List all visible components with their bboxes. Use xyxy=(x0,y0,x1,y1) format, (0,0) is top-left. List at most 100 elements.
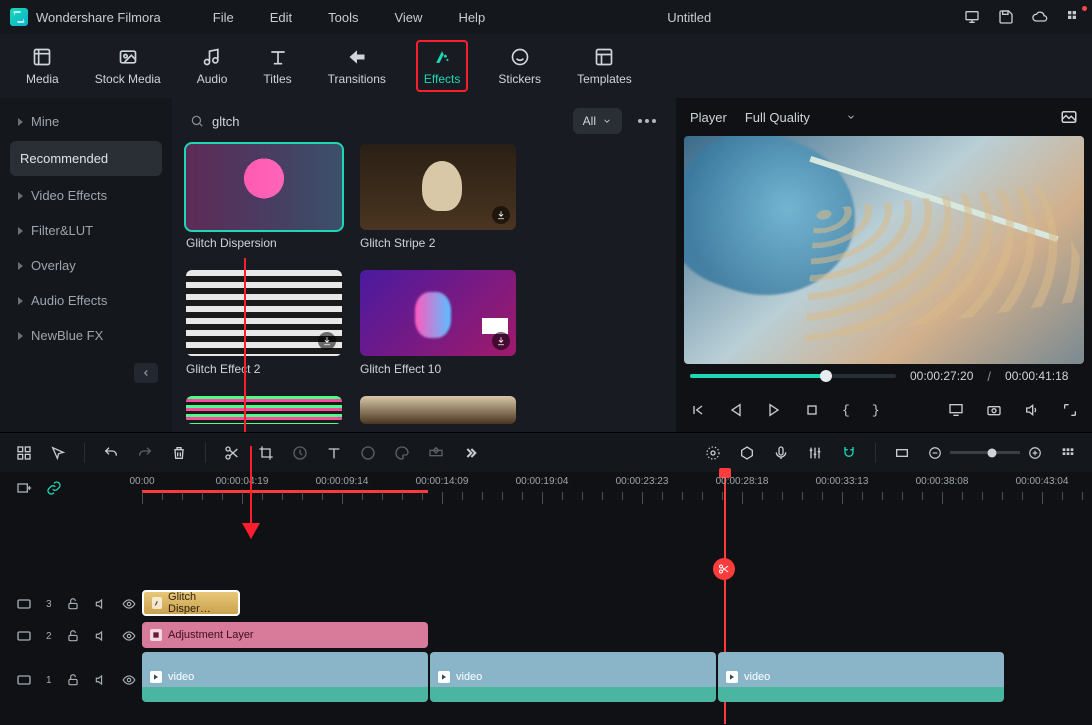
mark-out-icon[interactable]: } xyxy=(872,403,880,418)
play-icon[interactable] xyxy=(766,402,782,418)
redo-icon[interactable] xyxy=(137,445,153,461)
effect-thumbnail[interactable] xyxy=(360,144,516,230)
tab-stock-media[interactable]: Stock Media xyxy=(95,46,161,86)
menu-edit[interactable]: Edit xyxy=(256,6,306,29)
pointer-icon[interactable] xyxy=(50,445,66,461)
video-clip[interactable]: video xyxy=(142,652,428,702)
zoom-in-icon[interactable] xyxy=(1028,446,1042,460)
effect-card[interactable]: Glitch Stripe 2 xyxy=(360,144,516,250)
sidebar-item-recommended[interactable]: Recommended xyxy=(10,141,162,176)
menu-file[interactable]: File xyxy=(199,6,248,29)
keyframe-icon[interactable] xyxy=(428,445,444,461)
track-badge-icon[interactable] xyxy=(16,628,32,644)
visibility-icon[interactable] xyxy=(122,629,136,643)
save-icon[interactable] xyxy=(998,9,1014,25)
palette-icon[interactable] xyxy=(394,445,410,461)
zoom-out-icon[interactable] xyxy=(928,446,942,460)
sidebar-item-video-effects[interactable]: Video Effects xyxy=(0,178,172,213)
more-tools-icon[interactable] xyxy=(462,445,478,461)
visibility-icon[interactable] xyxy=(122,597,136,611)
track-badge-icon[interactable] xyxy=(16,596,32,612)
mixer-icon[interactable] xyxy=(807,445,823,461)
effect-thumbnail[interactable] xyxy=(186,396,342,424)
tab-templates[interactable]: Templates xyxy=(577,46,632,86)
lock-icon[interactable] xyxy=(66,597,80,611)
effect-thumbnail[interactable] xyxy=(186,270,342,356)
split-handle[interactable] xyxy=(713,558,735,580)
effect-thumbnail[interactable] xyxy=(186,144,342,230)
effect-thumbnail[interactable] xyxy=(360,270,516,356)
volume-icon[interactable] xyxy=(1024,402,1040,418)
prev-frame-icon[interactable] xyxy=(690,402,706,418)
tab-titles[interactable]: Titles xyxy=(263,46,291,86)
render-icon[interactable] xyxy=(705,445,721,461)
split-icon[interactable] xyxy=(224,445,240,461)
sidebar-item-overlay[interactable]: Overlay xyxy=(0,248,172,283)
fullscreen-icon[interactable] xyxy=(1062,402,1078,418)
zoom-slider[interactable] xyxy=(950,451,1020,454)
mark-in-icon[interactable]: { xyxy=(842,403,850,418)
delete-icon[interactable] xyxy=(171,445,187,461)
zoom-control[interactable] xyxy=(928,446,1042,460)
mic-icon[interactable] xyxy=(773,445,789,461)
visibility-icon[interactable] xyxy=(122,673,136,687)
search-input[interactable] xyxy=(212,114,563,129)
text-icon[interactable] xyxy=(326,445,342,461)
effect-card[interactable]: Glitch Dispersion xyxy=(186,144,342,250)
mute-icon[interactable] xyxy=(94,597,108,611)
sidebar-item-newblue-fx[interactable]: NewBlue FX xyxy=(0,318,172,353)
color-icon[interactable] xyxy=(360,445,376,461)
menu-tools[interactable]: Tools xyxy=(314,6,372,29)
marker-icon[interactable] xyxy=(739,445,755,461)
effect-card[interactable] xyxy=(360,396,516,424)
download-icon[interactable] xyxy=(318,332,336,350)
preview-tab[interactable]: Player xyxy=(690,110,727,125)
lock-icon[interactable] xyxy=(66,673,80,687)
effect-card[interactable] xyxy=(186,396,342,424)
effect-card[interactable]: Glitch Effect 10 xyxy=(360,270,516,376)
display-settings-icon[interactable] xyxy=(948,402,964,418)
adjustment-clip[interactable]: Adjustment Layer xyxy=(142,622,428,648)
timeline[interactable]: 00:0000:00:04:1900:00:09:1400:00:14:0900… xyxy=(0,472,1092,725)
menu-help[interactable]: Help xyxy=(444,6,499,29)
filter-dropdown[interactable]: All xyxy=(573,108,622,134)
quality-dropdown[interactable]: Full Quality xyxy=(745,110,856,125)
cloud-icon[interactable] xyxy=(1032,9,1048,25)
preview-viewport[interactable] xyxy=(684,136,1084,364)
snapshot-icon[interactable] xyxy=(1060,108,1078,126)
apps-icon[interactable] xyxy=(1066,9,1082,25)
crop-icon[interactable] xyxy=(258,445,274,461)
effect-card[interactable]: Glitch Effect 2 xyxy=(186,270,342,376)
more-options-button[interactable] xyxy=(632,113,662,129)
tab-stickers[interactable]: Stickers xyxy=(498,46,541,86)
collapse-sidebar-button[interactable] xyxy=(134,363,158,383)
sidebar-item-filter-lut[interactable]: Filter&LUT xyxy=(0,213,172,248)
fit-icon[interactable] xyxy=(894,445,910,461)
tab-transitions[interactable]: Transitions xyxy=(328,46,386,86)
tab-audio[interactable]: Audio xyxy=(197,46,228,86)
magnet-icon[interactable] xyxy=(841,445,857,461)
download-icon[interactable] xyxy=(492,332,510,350)
mute-icon[interactable] xyxy=(94,629,108,643)
sidebar-item-mine[interactable]: Mine xyxy=(0,104,172,139)
time-ruler[interactable]: 00:0000:00:04:1900:00:09:1400:00:14:0900… xyxy=(136,472,1092,514)
display-icon[interactable] xyxy=(964,9,980,25)
track-badge-icon[interactable] xyxy=(16,672,32,688)
lock-icon[interactable] xyxy=(66,629,80,643)
video-clip[interactable]: video xyxy=(718,652,1004,702)
stop-icon[interactable] xyxy=(804,402,820,418)
track-view-icon[interactable] xyxy=(1060,445,1076,461)
progress-slider[interactable] xyxy=(690,374,896,378)
sidebar-item-audio-effects[interactable]: Audio Effects xyxy=(0,283,172,318)
download-icon[interactable] xyxy=(492,206,510,224)
speed-icon[interactable] xyxy=(292,445,308,461)
search-box[interactable] xyxy=(186,114,563,129)
layout-icon[interactable] xyxy=(16,445,32,461)
camera-icon[interactable] xyxy=(986,402,1002,418)
play-reverse-icon[interactable] xyxy=(728,402,744,418)
effect-clip[interactable]: Glitch Disper… xyxy=(142,590,240,616)
undo-icon[interactable] xyxy=(103,445,119,461)
effect-thumbnail[interactable] xyxy=(360,396,516,424)
mute-icon[interactable] xyxy=(94,673,108,687)
video-clip[interactable]: video xyxy=(430,652,716,702)
